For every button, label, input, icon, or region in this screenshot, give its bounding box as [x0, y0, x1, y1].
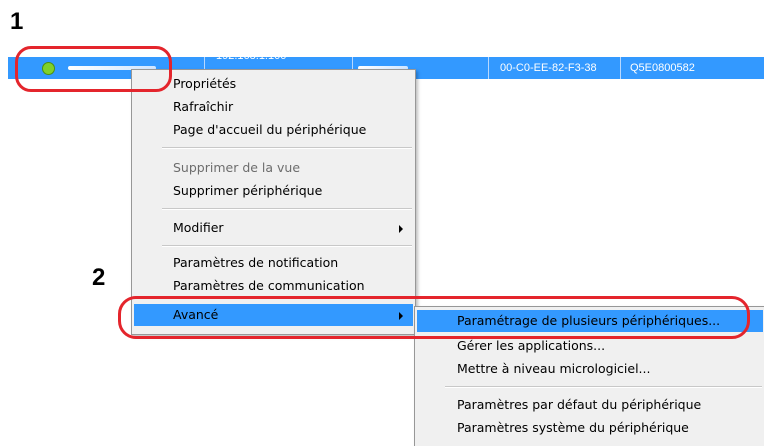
device-serial-cell: Q5E0800582 [630, 62, 695, 74]
submenu-arrow-icon [399, 225, 403, 233]
menu-item-communication-settings[interactable]: Paramètres de communication [134, 275, 413, 297]
device-ip-cell: 192.168.1.100 [216, 50, 287, 62]
menu-item-label: Paramètres de notification [173, 255, 339, 270]
menu-divider [162, 245, 412, 247]
menu-item-label: Supprimer de la vue [173, 160, 301, 175]
step-2-callout: 2 [92, 264, 106, 291]
menu-item-label: Page d'accueil du périphérique [173, 122, 367, 137]
menu-item-label: Propriétés [173, 76, 237, 91]
step-1-highlight-ring [15, 46, 172, 92]
menu-item-refresh[interactable]: Rafraîchir [134, 96, 413, 118]
submenu-item-device-default-settings[interactable]: Paramètres par défaut du périphérique [417, 394, 763, 416]
menu-item-label: Supprimer périphérique [173, 183, 323, 198]
menu-item-label: Mettre à niveau micrologiciel... [457, 361, 651, 376]
step-1-callout: 1 [10, 8, 24, 35]
menu-item-modify[interactable]: Modifier [134, 217, 413, 239]
column-divider [620, 57, 621, 79]
menu-divider [162, 208, 412, 210]
menu-item-properties[interactable]: Propriétés [134, 73, 413, 95]
menu-item-label: Paramètres par défaut du périphérique [457, 397, 702, 412]
menu-item-notification-settings[interactable]: Paramètres de notification [134, 252, 413, 274]
menu-divider [162, 147, 412, 149]
menu-item-device-home-page[interactable]: Page d'accueil du périphérique [134, 119, 413, 141]
step-2-highlight-ring [118, 296, 750, 339]
column-divider [488, 57, 489, 79]
submenu-item-device-system-settings[interactable]: Paramètres système du périphérique [417, 417, 763, 439]
menu-item-label: Paramètres de communication [173, 278, 365, 293]
menu-divider [445, 386, 762, 388]
menu-item-label: Paramètres système du périphérique [457, 420, 689, 435]
menu-item-remove-from-view: Supprimer de la vue [134, 157, 413, 179]
submenu-item-upgrade-firmware[interactable]: Mettre à niveau micrologiciel... [417, 358, 763, 380]
device-mac-cell: 00-C0-EE-82-F3-38 [500, 62, 597, 74]
menu-item-label: Modifier [173, 220, 224, 235]
menu-item-label: Rafraîchir [173, 99, 234, 114]
menu-item-remove-device[interactable]: Supprimer périphérique [134, 180, 413, 202]
